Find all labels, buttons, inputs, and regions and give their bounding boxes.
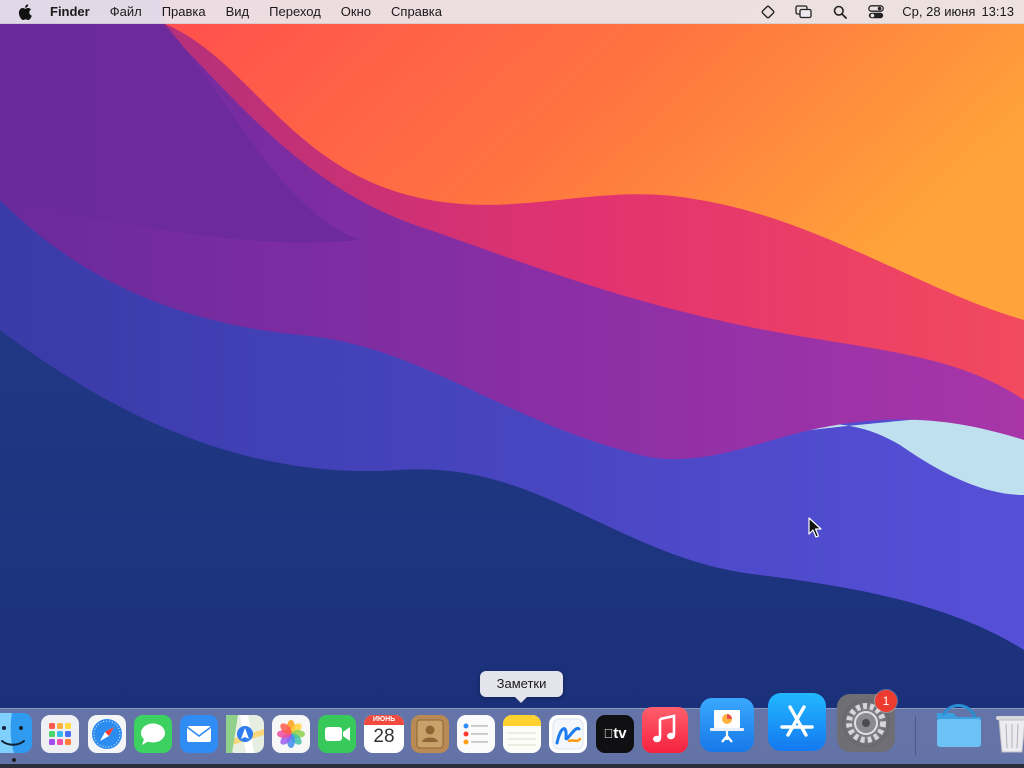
menu-date: Ср, 28 июня [902, 3, 976, 19]
screen-bottom-edge [0, 764, 1024, 768]
menu-bar: Finder Файл Правка Вид Переход Окно Спра… [0, 0, 1024, 24]
mouse-cursor-icon [808, 517, 822, 538]
menu-view[interactable]: Вид [216, 0, 260, 24]
messages-icon[interactable] [134, 715, 172, 753]
menu-file[interactable]: Файл [100, 0, 152, 24]
finder-icon[interactable] [0, 713, 32, 753]
maps-icon[interactable] [226, 715, 264, 753]
keynote-icon[interactable] [700, 698, 754, 752]
menu-app-name[interactable]: Finder [40, 0, 100, 24]
finder-running-indicator [12, 758, 16, 762]
spotlight-search-icon[interactable] [822, 0, 858, 24]
downloads-folder-icon[interactable] [933, 701, 985, 753]
freeform-icon[interactable] [549, 715, 587, 753]
apple-tv-label: tv [596, 724, 634, 744]
app-store-icon[interactable] [768, 693, 826, 751]
apple-logo-icon[interactable] [16, 0, 34, 24]
screen-mirroring-icon[interactable] [786, 0, 822, 24]
calendar-month-label: ИЮНЬ [372, 716, 396, 723]
menu-go[interactable]: Переход [259, 0, 331, 24]
mail-icon[interactable] [180, 715, 218, 753]
desktop-wallpaper [0, 0, 1024, 768]
photos-icon[interactable] [272, 715, 310, 753]
dock-separator [915, 716, 916, 756]
music-icon[interactable] [642, 707, 688, 753]
menu-window[interactable]: Окно [331, 0, 381, 24]
facetime-icon[interactable] [318, 715, 356, 753]
calendar-day-label: 28 [373, 726, 395, 747]
menu-time: 13:13 [981, 3, 1014, 19]
contacts-icon[interactable] [411, 715, 449, 753]
apple-tv-text: tv [608, 725, 626, 742]
notes-icon[interactable] [503, 715, 541, 753]
menu-edit[interactable]: Правка [152, 0, 216, 24]
diamond-icon[interactable] [750, 0, 786, 24]
safari-icon[interactable] [88, 715, 126, 753]
settings-notification-badge: 1 [875, 690, 897, 712]
dock-tooltip: Заметки [480, 671, 563, 703]
trash-icon[interactable] [992, 710, 1024, 754]
menu-clock[interactable]: Ср, 28 июня 13:13 [894, 0, 1014, 24]
menu-help[interactable]: Справка [381, 0, 452, 24]
control-center-icon[interactable] [858, 0, 894, 24]
launchpad-icon[interactable] [41, 715, 79, 753]
reminders-icon[interactable] [457, 715, 495, 753]
